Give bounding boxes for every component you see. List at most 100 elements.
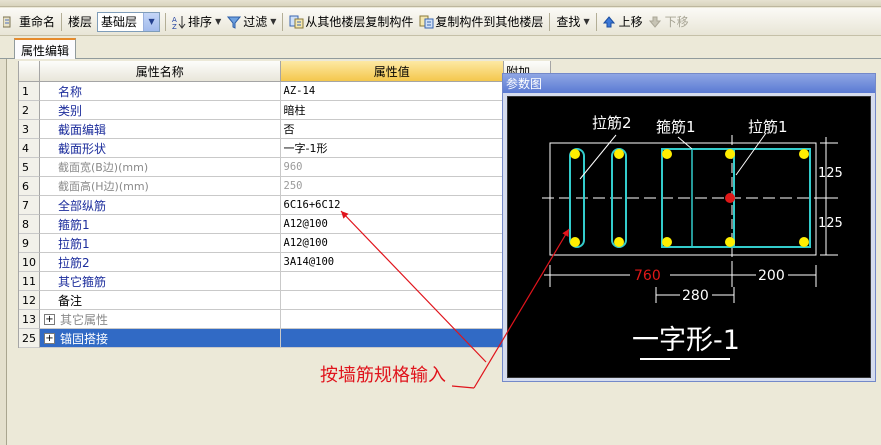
rename-button[interactable]: 重命名 [0,11,58,33]
toolbar: 重命名 楼层 基础层 ▼ AZ 排序 ▼ 过滤 ▼ 从其他楼层复制构件 复制构件… [0,8,881,36]
row-number: 8 [19,215,40,234]
table-row[interactable]: 10 拉筋2 3A14@100 [19,253,551,272]
tie2-leader [579,134,617,180]
find-button[interactable]: 查找 ▼ [553,11,592,33]
property-name: 名称 [39,82,281,101]
property-value: 960 [280,158,505,177]
tie1-leader [735,132,767,176]
property-value[interactable]: 6C16+6C12 [280,196,505,215]
property-value[interactable]: 3A14@100 [280,253,505,272]
property-value[interactable]: 一字-1形 [280,139,505,158]
dim-125-top: 125 [818,166,843,181]
table-row-selected[interactable]: 25 + 锚固搭接 [19,329,551,348]
property-name: 截面高(H边)(mm) [39,177,281,196]
toolbar-separator [282,12,284,31]
row-number: 1 [19,82,40,101]
tie2-label: 拉筋2 [592,114,632,132]
property-name: 箍筋1 [39,215,281,234]
stirrup1-label: 箍筋1 [656,118,696,136]
arrow-up-icon [602,15,617,29]
toolbar-separator [549,12,551,31]
section-drawing: 拉筋2 箍筋1 拉筋1 125 125 760 200 280 一字形-1 [542,114,843,360]
move-up-button[interactable]: 上移 [600,11,646,33]
property-value[interactable]: A12@100 [280,215,505,234]
property-value[interactable]: AZ-14 [280,82,505,101]
table-row[interactable]: 13 + 其它属性 [19,310,551,329]
dim-280: 280 [682,288,709,304]
property-value[interactable]: 否 [280,120,505,139]
rename-label: 重命名 [19,15,56,29]
row-number: 5 [19,158,40,177]
tab-bar: 属性编辑 [0,37,881,59]
sort-icon: AZ [172,15,186,31]
arrow-underline [451,385,475,389]
property-grid: 属性名称 属性值 附加 1 名称 AZ-14 2 类别 暗柱 3 截面编辑 否 … [18,61,552,348]
table-row[interactable]: 11 其它箍筋 [19,272,551,291]
table-row[interactable]: 3 截面编辑 否 [19,120,551,139]
header-property-value[interactable]: 属性值 [280,61,505,82]
left-dock-edge [0,59,7,445]
table-row[interactable]: 4 截面形状 一字-1形 [19,139,551,158]
table-row[interactable]: 1 名称 AZ-14 [19,82,551,101]
filter-label: 过滤 [243,15,268,29]
toolbar-separator [61,12,63,31]
expand-plus-icon[interactable]: + [43,332,55,344]
chevron-down-icon[interactable]: ▼ [143,12,160,31]
property-name: 截面宽(B边)(mm) [39,158,281,177]
row-number: 9 [19,234,40,253]
copy-to-floor-button[interactable]: 复制构件到其他楼层 [416,11,546,33]
filter-icon [227,15,242,29]
sort-button[interactable]: AZ 排序 ▼ [169,11,224,33]
table-row[interactable]: 9 拉筋1 A12@100 [19,234,551,253]
rename-icon [2,15,17,29]
property-name: 全部纵筋 [39,196,281,215]
property-name: 其它属性 [59,312,108,327]
expand-plus-icon[interactable]: + [43,313,55,325]
copy-from-floor-label: 从其他楼层复制构件 [305,15,414,29]
property-value[interactable]: A12@100 [280,234,505,253]
table-row[interactable]: 12 备注 [19,291,551,310]
row-number: 12 [19,291,40,310]
tab-property-edit[interactable]: 属性编辑 [14,38,77,59]
dim-125-bottom: 125 [818,216,843,231]
move-down-label: 下移 [664,15,689,29]
header-property-name[interactable]: 属性名称 [39,61,281,82]
table-row[interactable]: 7 全部纵筋 6C16+6C12 [19,196,551,215]
property-name: 其它箍筋 [39,272,281,291]
property-value[interactable] [280,291,505,310]
floor-select[interactable]: 基础层 ▼ [97,11,161,32]
caret-down-icon: ▼ [583,17,590,26]
filter-button[interactable]: 过滤 ▼ [224,11,279,33]
sort-label: 排序 [188,15,213,29]
property-name-group: + 锚固搭接 [39,329,281,348]
section-diagram: 拉筋2 箍筋1 拉筋1 125 125 760 200 280 一字形-1 [507,96,871,378]
property-value[interactable]: 暗柱 [280,101,505,120]
property-value[interactable] [280,329,505,348]
copy-from-floor-button[interactable]: 从其他楼层复制构件 [286,11,416,33]
panel-title: 参数图 [503,74,875,93]
table-row[interactable]: 6 截面高(H边)(mm) 250 [19,177,551,196]
move-down-button[interactable]: 下移 [646,11,692,33]
row-number: 25 [19,329,40,348]
dim-200: 200 [758,268,785,284]
table-row[interactable]: 5 截面宽(B边)(mm) 960 [19,158,551,177]
table-row[interactable]: 8 箍筋1 A12@100 [19,215,551,234]
row-number: 13 [19,310,40,329]
parameter-diagram-panel: 参数图 拉筋2 箍筋1 拉筋1 125 125 760 200 280 一字形-… [502,73,876,382]
toolbar-separator [165,12,167,31]
property-name: 拉筋1 [39,234,281,253]
floor-select-value: 基础层 [101,15,138,29]
floor-label: 楼层 [68,15,93,29]
property-name: 截面形状 [39,139,281,158]
header-row-number [19,61,40,82]
arrow-down-icon [648,15,663,29]
copy-to-floor-label: 复制构件到其他楼层 [435,15,544,29]
property-value[interactable] [280,310,505,329]
property-name: 拉筋2 [39,253,281,272]
row-number: 11 [19,272,40,291]
dim-760: 760 [634,268,661,284]
move-up-label: 上移 [618,15,643,29]
property-value[interactable] [280,272,505,291]
menu-strip-clipped [0,0,881,7]
table-row[interactable]: 2 类别 暗柱 [19,101,551,120]
